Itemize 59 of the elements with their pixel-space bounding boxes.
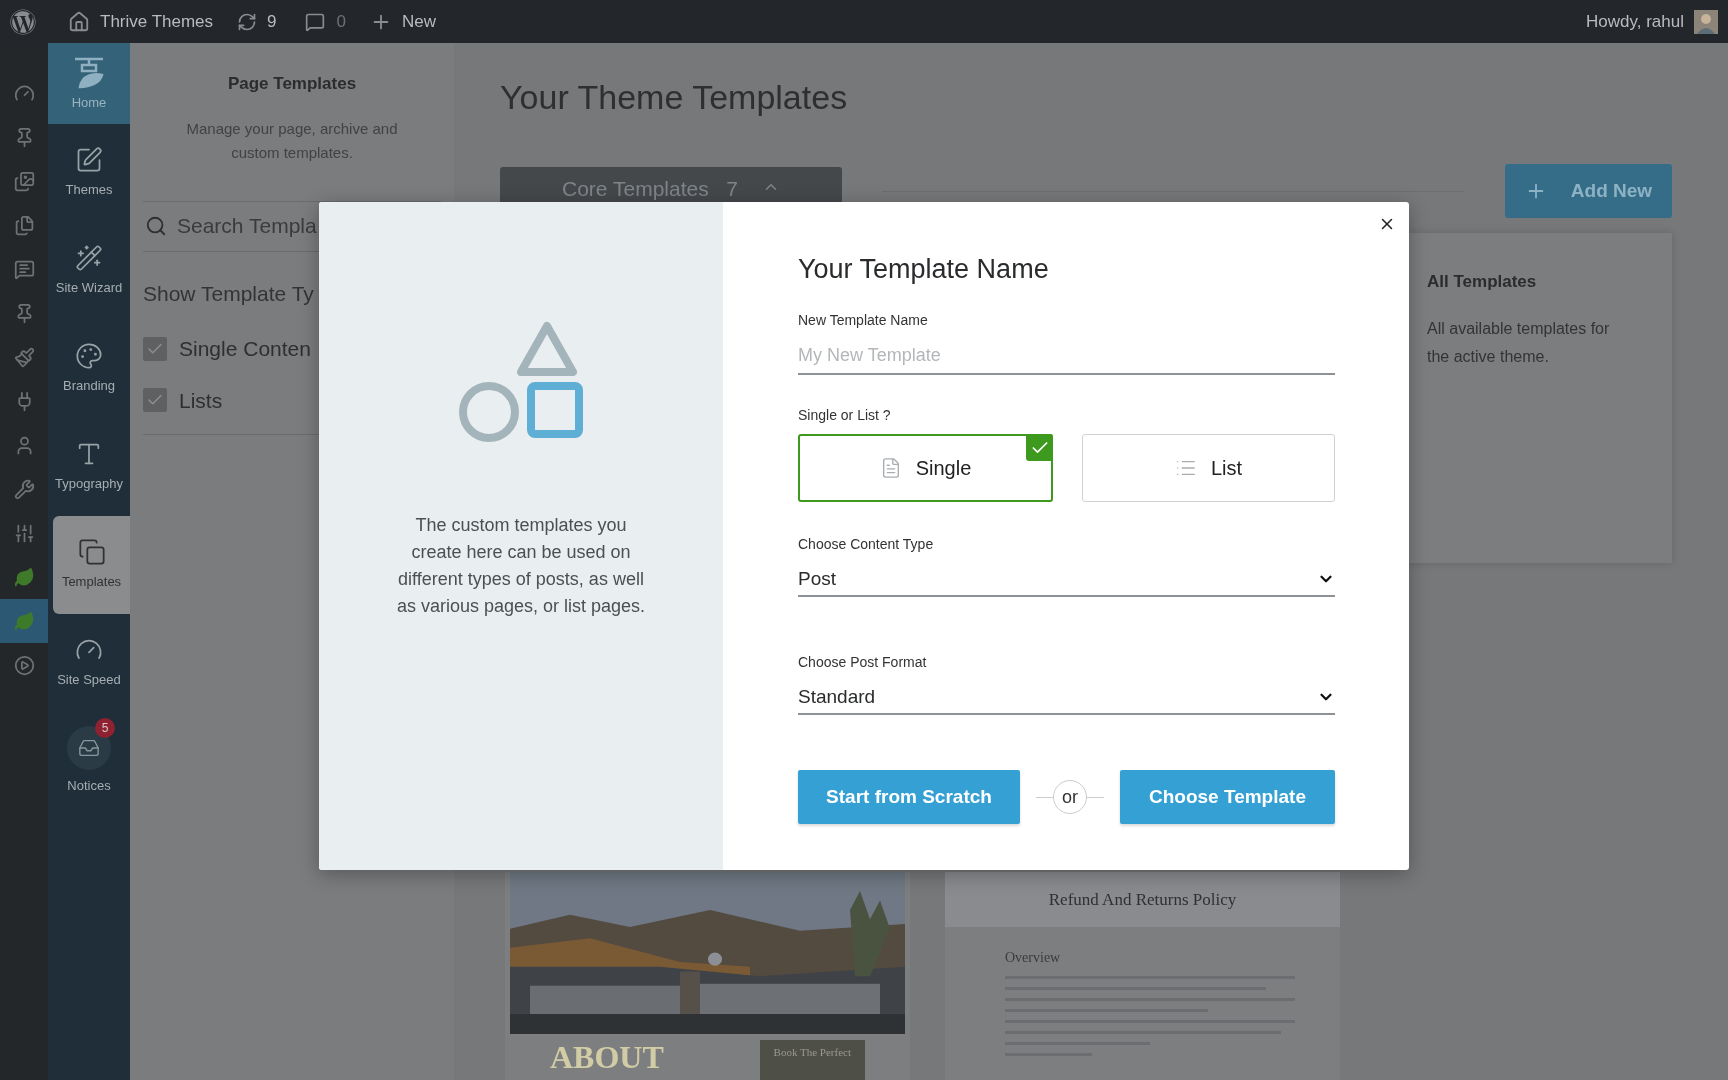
panel-description: Manage your page, archive and custom templates. <box>185 118 399 163</box>
search-icon <box>145 215 167 237</box>
comment-icon <box>13 258 35 280</box>
field-label: Choose Post Format <box>798 653 928 672</box>
sliders-icon <box>13 522 35 544</box>
preview-subheading: Overview <box>1005 949 1062 967</box>
modal-description: The custom templates you create here can be used on different types of posts, as well as various pages, or list pages. <box>396 514 646 618</box>
card-description: All available templates for the active theme. <box>1427 318 1611 367</box>
preview-tile: Book The Perfect <box>759 1040 865 1080</box>
palette-icon <box>75 342 103 371</box>
pages-icon <box>13 214 35 236</box>
greeting-link[interactable]: Howdy, rahul <box>1586 8 1684 35</box>
sidebar-item[interactable]: Templates <box>53 516 130 614</box>
logo-icon[interactable] <box>10 8 36 35</box>
select-field[interactable]: Standard <box>798 681 1335 715</box>
selected-check-icon <box>1026 434 1053 461</box>
images-icon <box>13 170 35 192</box>
magic-wand-icon <box>75 244 103 273</box>
avatar-icon[interactable] <box>1694 9 1718 34</box>
checkbox[interactable] <box>143 388 167 413</box>
leaf-icon <box>13 610 35 632</box>
select-field[interactable]: Post <box>798 563 1335 597</box>
filter-heading: Show Template Ty <box>143 280 315 307</box>
shapes-icon <box>459 320 583 444</box>
panel-title: Page Templates <box>226 73 358 95</box>
notification-badge: 5 <box>95 718 115 739</box>
field-label: Choose Content Type <box>798 535 935 554</box>
home-icon[interactable] <box>68 10 90 33</box>
card-title: All Templates <box>1427 271 1538 293</box>
new-link[interactable]: New <box>402 8 436 35</box>
modal-heading: Your Template Name <box>798 253 1050 286</box>
paintbrush-icon <box>13 346 35 368</box>
updates-count: 9 <box>267 10 277 33</box>
field-label: New Template Name <box>798 311 929 330</box>
sidebar-item[interactable]: 5 Notices <box>48 712 130 810</box>
template-name-field[interactable]: My New Template <box>798 337 1335 375</box>
page-title: Your Theme Templates <box>500 77 849 118</box>
sidebar-item[interactable]: Branding <box>48 320 130 418</box>
filter-label: Lists <box>179 387 223 414</box>
field-label: Single or List ? <box>798 406 892 425</box>
sidebar-item[interactable]: Site Speed <box>48 614 130 712</box>
sidebar-item[interactable]: Typography <box>48 418 130 516</box>
checkbox[interactable] <box>143 336 167 361</box>
templates-icon <box>77 538 106 567</box>
updates-icon[interactable] <box>237 11 258 32</box>
site-name-link[interactable]: Thrive Themes <box>100 8 214 35</box>
preview-heading: ABOUT <box>550 1040 664 1074</box>
sidebar-item[interactable]: Themes <box>48 124 130 222</box>
leaf-icon <box>13 566 35 588</box>
filter-label: Single Conten <box>179 336 311 362</box>
wrench-icon <box>13 478 35 500</box>
preview-banner: Refund And Returns Policy <box>945 872 1340 927</box>
comment-icon[interactable] <box>304 11 325 32</box>
sidebar-item[interactable]: Site Wizard <box>48 222 130 320</box>
template-preview[interactable]: Refund And Returns Policy Overview <box>945 872 1340 1080</box>
play-icon <box>13 654 35 676</box>
comments-count: 0 <box>336 10 346 33</box>
type-option[interactable]: Single <box>798 434 1053 502</box>
type-option[interactable]: List <box>1082 434 1335 502</box>
